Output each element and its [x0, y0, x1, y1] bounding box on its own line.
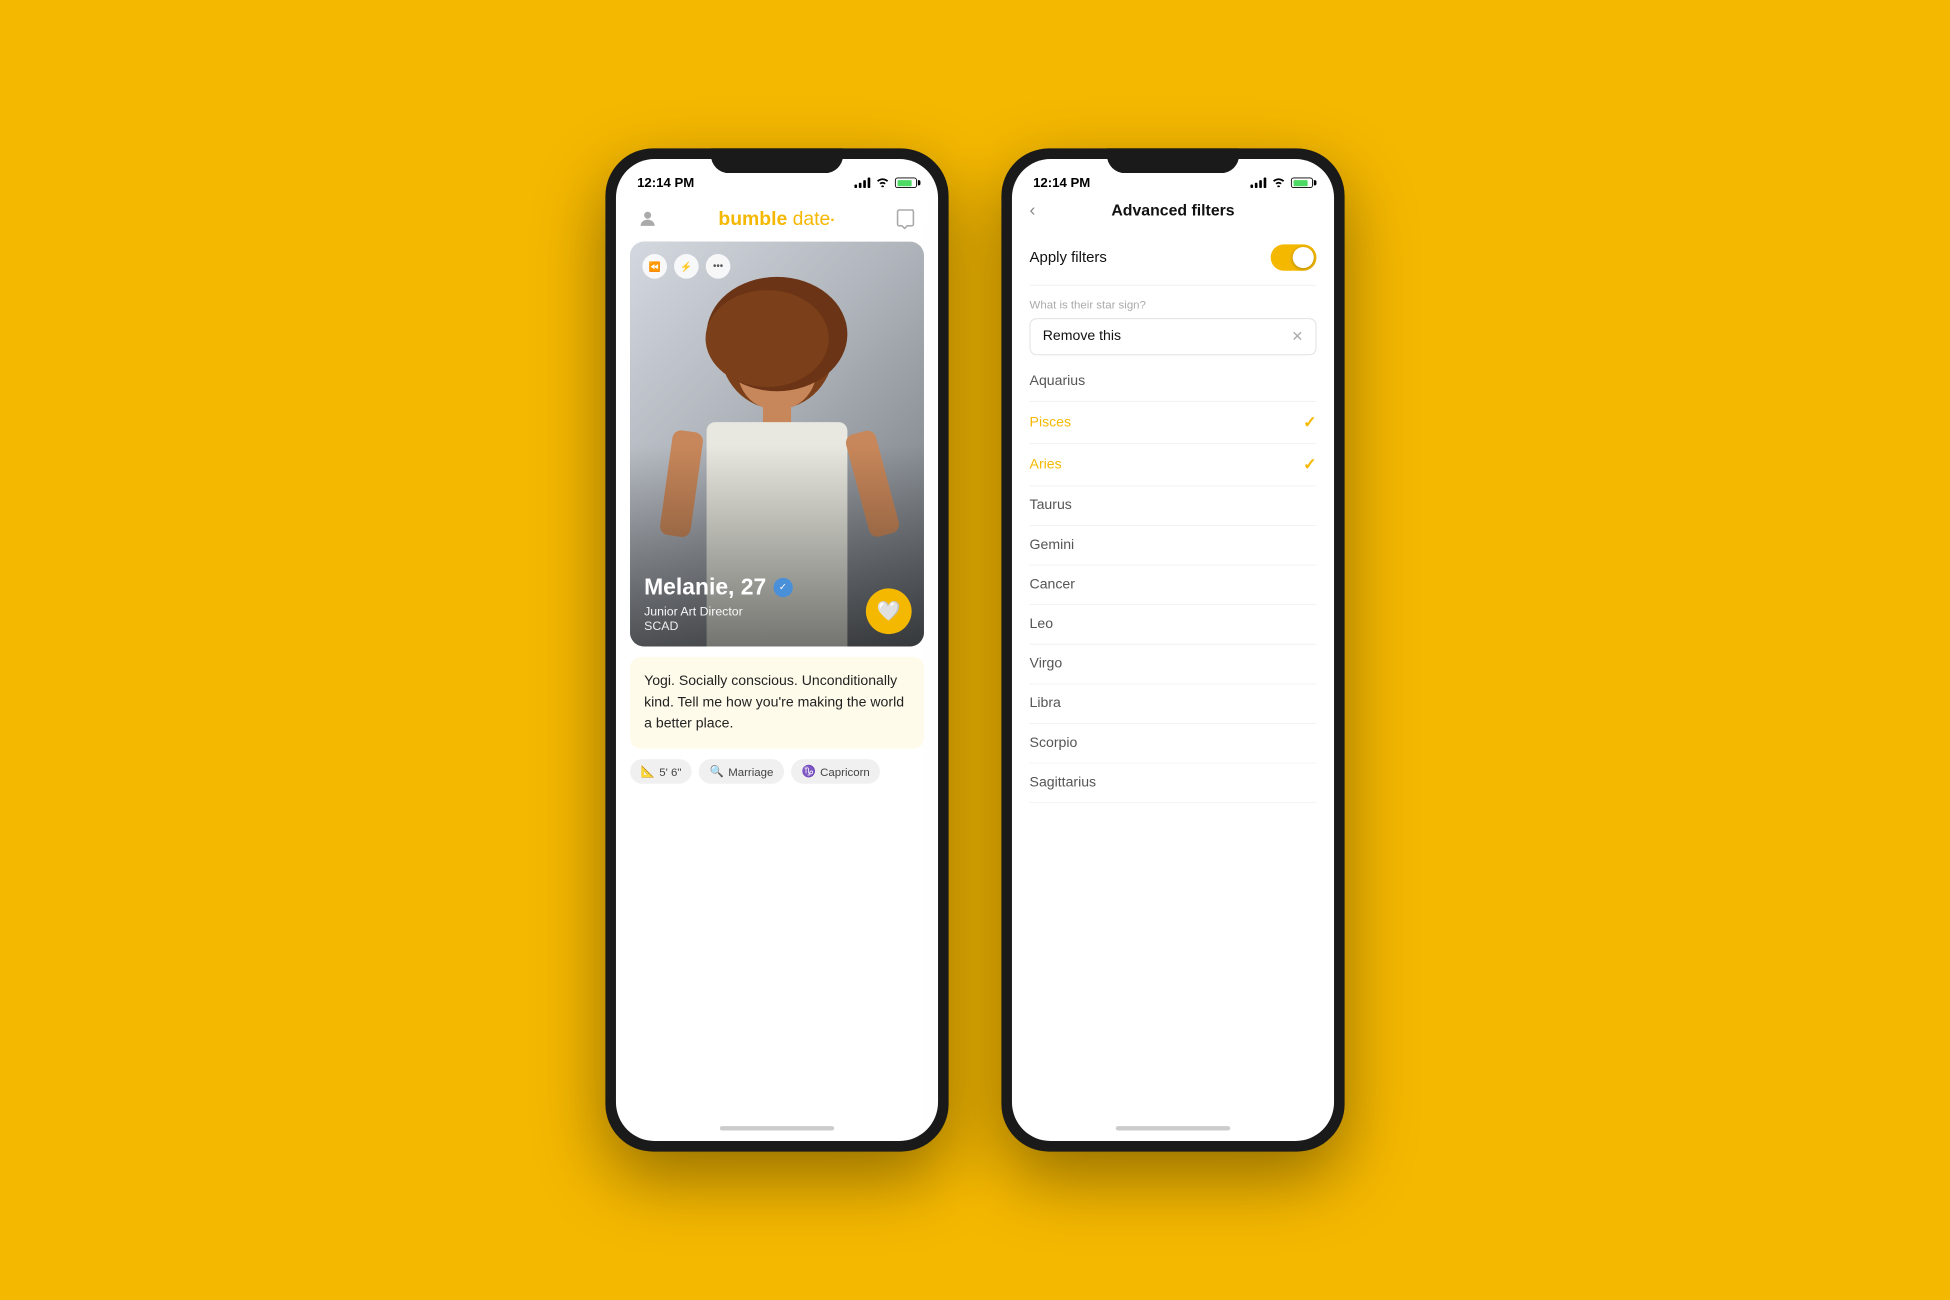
bio-section: Yogi. Socially conscious. Unconditionall… [630, 657, 924, 749]
app-header: bumble date· [616, 198, 938, 242]
status-time-2: 12:14 PM [1033, 175, 1090, 190]
sign-cancer-label: Cancer [1030, 577, 1075, 593]
chip-remove-icon[interactable]: ✕ [1291, 328, 1303, 346]
sign-sagittarius-label: Sagittarius [1030, 775, 1097, 791]
home-indicator [616, 1119, 938, 1141]
relationship-tag: 🔍 Marriage [699, 759, 784, 784]
profile-nav-icon[interactable] [634, 205, 662, 233]
status-icons-2 [1250, 176, 1312, 189]
verified-badge: ✓ [773, 577, 792, 596]
profile-info-overlay: Melanie, 27 ✓ Junior Art Director SCAD [644, 573, 871, 632]
phone-notch-2 [1107, 148, 1239, 173]
filters-title: Advanced filters [1111, 201, 1234, 219]
sign-pisces[interactable]: Pisces ✓ [1030, 402, 1317, 444]
sign-aquarius[interactable]: Aquarius [1030, 362, 1317, 402]
sign-gemini[interactable]: Gemini [1030, 526, 1317, 566]
chip-text: Remove this [1043, 329, 1121, 345]
height-tag: 📐 5' 6" [630, 759, 692, 784]
filters-header: ‹ Advanced filters [1012, 198, 1334, 231]
aries-check-icon: ✓ [1303, 456, 1316, 474]
sign-aquarius-label: Aquarius [1030, 374, 1086, 390]
relationship-icon: 🔍 [710, 764, 724, 778]
home-bar [720, 1126, 834, 1130]
sign-cancer[interactable]: Cancer [1030, 566, 1317, 606]
profile-name-row: Melanie, 27 ✓ [644, 573, 871, 600]
rewind-icon-btn[interactable]: ⏪ [642, 254, 667, 279]
profile-name: Melanie, 27 [644, 573, 766, 600]
height-value: 5' 6" [659, 765, 681, 778]
profile-school: SCAD [644, 618, 871, 632]
profile-card[interactable]: ⏪ ⚡ ••• Melanie, 27 ✓ Junior Art Directo… [630, 242, 924, 647]
sign-leo-label: Leo [1030, 617, 1053, 633]
back-button[interactable]: ‹ [1030, 200, 1036, 220]
phones-wrapper: 12:14 PM [605, 148, 1344, 1151]
heart-button[interactable]: 🤍 [866, 588, 912, 634]
apply-filters-row: Apply filters [1030, 230, 1317, 285]
toggle-knob [1293, 247, 1314, 268]
sign-scorpio[interactable]: Scorpio [1030, 724, 1317, 764]
battery-icon-2 [1291, 177, 1313, 188]
sign-taurus[interactable]: Taurus [1030, 486, 1317, 526]
selected-chip[interactable]: Remove this ✕ [1030, 318, 1317, 355]
relationship-value: Marriage [728, 765, 773, 778]
home-bar-2 [1116, 1126, 1230, 1130]
phone-filters: 12:14 PM [1001, 148, 1344, 1151]
profile-job-title: Junior Art Director [644, 604, 871, 618]
filters-content: Apply filters What is their star sign? R… [1012, 230, 1334, 1119]
pisces-check-icon: ✓ [1303, 413, 1316, 431]
wifi-icon-2 [1272, 176, 1286, 189]
star-sign-section-label: What is their star sign? [1030, 286, 1317, 319]
sign-virgo[interactable]: Virgo [1030, 645, 1317, 685]
sign-virgo-label: Virgo [1030, 656, 1063, 672]
sign-gemini-label: Gemini [1030, 537, 1075, 553]
sign-list: Aquarius Pisces ✓ Aries ✓ Taurus Gem [1030, 359, 1317, 803]
options-icon-btn[interactable]: ••• [706, 254, 731, 279]
tags-row: 📐 5' 6" 🔍 Marriage ♑ Capricorn [616, 759, 938, 784]
sign-libra-label: Libra [1030, 696, 1061, 712]
sign-taurus-label: Taurus [1030, 498, 1072, 514]
phone-notch [711, 148, 843, 173]
bio-text: Yogi. Socially conscious. Unconditionall… [644, 671, 910, 734]
sign-scorpio-label: Scorpio [1030, 735, 1078, 751]
zodiac-tag: ♑ Capricorn [791, 759, 880, 784]
battery-icon [895, 177, 917, 188]
ruler-icon: 📐 [641, 764, 655, 778]
home-indicator-2 [1012, 1119, 1334, 1141]
sign-sagittarius[interactable]: Sagittarius [1030, 764, 1317, 804]
status-time-1: 12:14 PM [637, 175, 694, 190]
app-logo: bumble date· [718, 207, 835, 230]
sign-libra[interactable]: Libra [1030, 684, 1317, 724]
sign-leo[interactable]: Leo [1030, 605, 1317, 645]
boost-icon-btn[interactable]: ⚡ [674, 254, 699, 279]
phone-profile: 12:14 PM [605, 148, 948, 1151]
sign-aries[interactable]: Aries ✓ [1030, 444, 1317, 486]
zodiac-value: Capricorn [820, 765, 870, 778]
status-icons-1 [854, 176, 916, 189]
apply-filters-toggle[interactable] [1271, 244, 1317, 270]
photo-top-icons: ⏪ ⚡ ••• [642, 254, 730, 279]
apply-filters-label: Apply filters [1030, 249, 1107, 267]
signal-icon-2 [1250, 177, 1266, 188]
messages-icon[interactable] [892, 205, 920, 233]
signal-icon [854, 177, 870, 188]
zodiac-icon: ♑ [802, 764, 816, 778]
sign-aries-label: Aries [1030, 457, 1062, 473]
sign-pisces-label: Pisces [1030, 415, 1071, 431]
wifi-icon [876, 176, 890, 189]
